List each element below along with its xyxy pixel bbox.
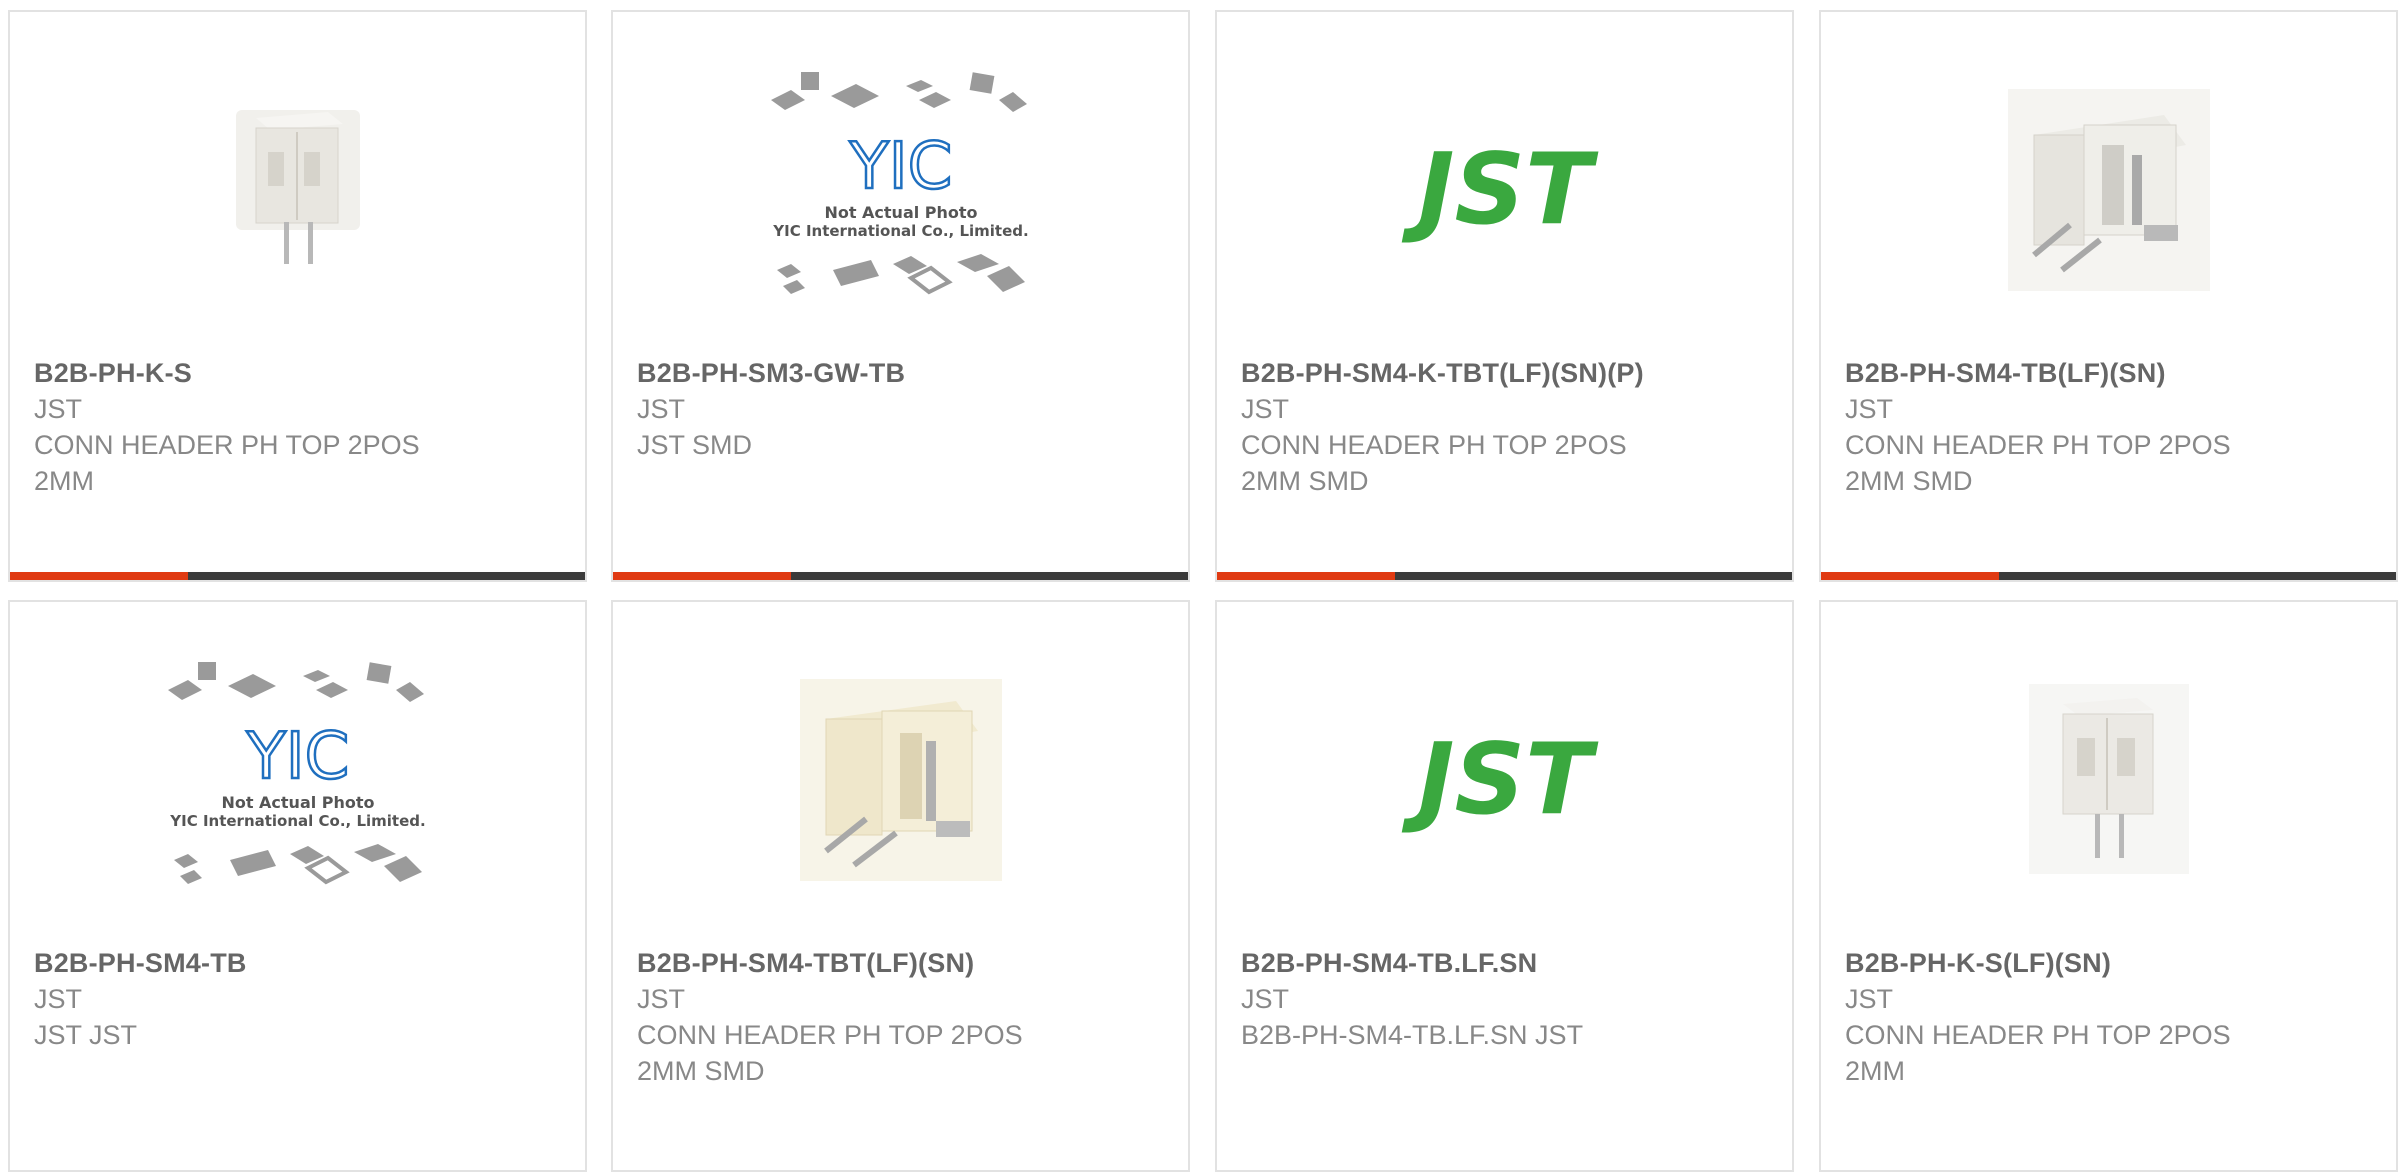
jst-logo-text: JST bbox=[1401, 725, 1599, 835]
progress-bar bbox=[1821, 572, 2396, 580]
progress-bar bbox=[10, 572, 585, 580]
product-image[interactable] bbox=[1821, 660, 2396, 900]
description-line-1: CONN HEADER PH TOP 2POS bbox=[34, 430, 420, 460]
progress-accent bbox=[1821, 572, 2000, 580]
part-number[interactable]: B2B-PH-SM4-TBT(LF)(SN) bbox=[637, 945, 1168, 981]
placeholder-line-1: Not Actual Photo bbox=[221, 793, 374, 812]
part-number[interactable]: B2B-PH-SM4-TB bbox=[34, 945, 565, 981]
product-card[interactable]: B2B-PH-K-S(LF)(SN) JST CONN HEADER PH TO… bbox=[1819, 600, 2398, 1172]
product-card[interactable]: YIC Not Actual Photo YIC International C… bbox=[611, 10, 1190, 582]
placeholder-line-2: YIC International Co., Limited. bbox=[169, 812, 425, 830]
jst-logo-icon: JST bbox=[1401, 725, 1599, 835]
description-line-1: CONN HEADER PH TOP 2POS bbox=[637, 1020, 1023, 1050]
progress-accent bbox=[10, 572, 189, 580]
manufacturer: JST bbox=[637, 984, 686, 1014]
description-line-1: CONN HEADER PH TOP 2POS bbox=[1241, 430, 1627, 460]
part-number[interactable]: B2B-PH-SM4-TB.LF.SN bbox=[1241, 945, 1772, 981]
product-image[interactable] bbox=[1821, 70, 2396, 310]
manufacturer: JST bbox=[1845, 984, 1894, 1014]
part-number[interactable]: B2B-PH-SM3-GW-TB bbox=[637, 355, 1168, 391]
manufacturer: JST bbox=[1845, 394, 1894, 424]
manufacturer: JST bbox=[34, 984, 83, 1014]
smd-connector-icon bbox=[2007, 89, 2210, 291]
vertical-connector-icon bbox=[2028, 684, 2189, 874]
product-card[interactable]: B2B-PH-SM4-TBT(LF)(SN) JST CONN HEADER P… bbox=[611, 600, 1190, 1172]
manufacturer: JST bbox=[1241, 394, 1290, 424]
jst-logo-text: JST bbox=[1401, 135, 1599, 245]
part-number[interactable]: B2B-PH-K-S bbox=[34, 355, 565, 391]
progress-accent bbox=[1217, 572, 1396, 580]
progress-bar bbox=[1217, 572, 1792, 580]
description-line-2: 2MM SMD bbox=[1241, 466, 1369, 496]
product-card[interactable]: YIC Not Actual Photo YIC International C… bbox=[8, 600, 587, 1172]
product-card[interactable]: JST B2B-PH-SM4-K-TBT(LF)(SN)(P) JST CONN… bbox=[1215, 10, 1794, 582]
product-grid: B2B-PH-K-S JST CONN HEADER PH TOP 2POS 2… bbox=[0, 0, 2400, 1172]
product-card[interactable]: B2B-PH-SM4-TB(LF)(SN) JST CONN HEADER PH… bbox=[1819, 10, 2398, 582]
product-image[interactable]: YIC Not Actual Photo YIC International C… bbox=[10, 660, 585, 900]
product-card[interactable]: B2B-PH-K-S JST CONN HEADER PH TOP 2POS 2… bbox=[8, 10, 587, 582]
jst-logo-icon: JST bbox=[1401, 135, 1599, 245]
part-number[interactable]: B2B-PH-SM4-TB(LF)(SN) bbox=[1845, 355, 2376, 391]
description-line-1: JST JST bbox=[34, 1020, 138, 1050]
product-card[interactable]: JST B2B-PH-SM4-TB.LF.SN JST B2B-PH-SM4-T… bbox=[1215, 600, 1794, 1172]
yic-placeholder-icon: YIC Not Actual Photo YIC International C… bbox=[770, 72, 1028, 295]
manufacturer: JST bbox=[1241, 984, 1290, 1014]
description-line-1: B2B-PH-SM4-TB.LF.SN JST bbox=[1241, 1020, 1584, 1050]
product-image[interactable]: JST bbox=[1217, 660, 1792, 900]
description-line-2: 2MM bbox=[1845, 1056, 1905, 1086]
manufacturer: JST bbox=[637, 394, 686, 424]
description-line-1: JST SMD bbox=[637, 430, 753, 460]
placeholder-line-1: Not Actual Photo bbox=[824, 203, 977, 222]
placeholder-line-2: YIC International Co., Limited. bbox=[772, 222, 1028, 240]
description-line-1: CONN HEADER PH TOP 2POS bbox=[1845, 1020, 2231, 1050]
manufacturer: JST bbox=[34, 394, 83, 424]
yic-placeholder-icon: YIC Not Actual Photo YIC International C… bbox=[167, 662, 425, 885]
description-line-2: 2MM SMD bbox=[637, 1056, 765, 1086]
yic-logo: YIC bbox=[848, 130, 952, 204]
product-image[interactable] bbox=[10, 70, 585, 310]
vertical-connector-icon bbox=[235, 110, 360, 264]
description-line-2: 2MM bbox=[34, 466, 94, 496]
product-image[interactable] bbox=[613, 660, 1188, 900]
description-line-1: CONN HEADER PH TOP 2POS bbox=[1845, 430, 2231, 460]
product-image[interactable]: YIC Not Actual Photo YIC International C… bbox=[613, 70, 1188, 310]
part-number[interactable]: B2B-PH-K-S(LF)(SN) bbox=[1845, 945, 2376, 981]
progress-accent bbox=[613, 572, 792, 580]
product-image[interactable]: JST bbox=[1217, 70, 1792, 310]
description-line-2: 2MM SMD bbox=[1845, 466, 1973, 496]
yic-logo: YIC bbox=[245, 720, 349, 794]
smd-connector-icon bbox=[799, 679, 1002, 881]
progress-bar bbox=[613, 572, 1188, 580]
part-number[interactable]: B2B-PH-SM4-K-TBT(LF)(SN)(P) bbox=[1241, 355, 1772, 391]
